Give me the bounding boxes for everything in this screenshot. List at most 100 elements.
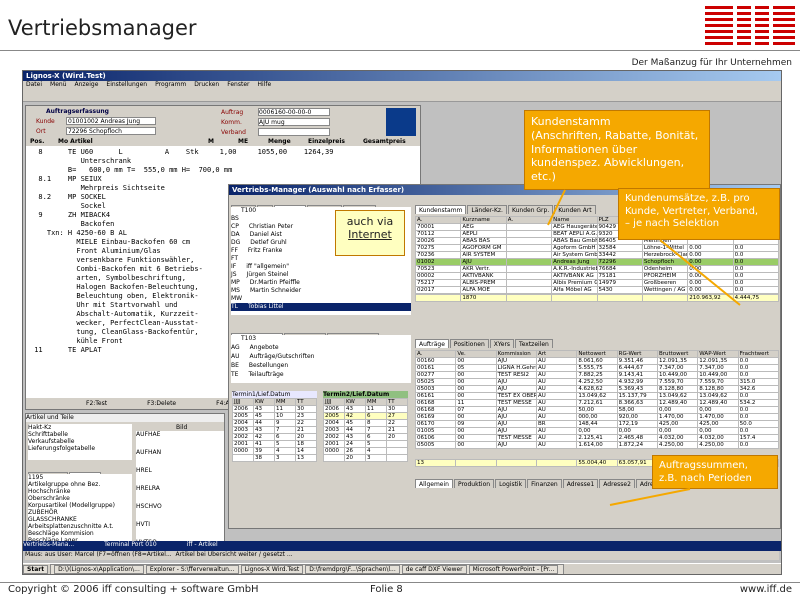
column-header[interactable]: Name xyxy=(551,216,598,224)
column-header[interactable]: JJJJ xyxy=(323,398,345,406)
auftrag-tab[interactable]: Aufträge xyxy=(415,339,449,348)
kunden-tab[interactable]: Kundenstamm xyxy=(415,205,467,214)
customer-field[interactable]: 01001002 Andreas Jung xyxy=(66,117,156,125)
menu-item[interactable]: Drucken xyxy=(194,81,219,88)
termin-row[interactable]: 2006 43 11 30 xyxy=(323,405,408,413)
order-row[interactable]: 0016105LIGNA H.GehringAU5.555,756.444,67… xyxy=(414,364,780,372)
termin-row[interactable]: 2002 43 6 20 xyxy=(323,433,408,441)
taskbar-item[interactable]: D:\)(Lignos-x\Application\... xyxy=(54,565,144,574)
order-row[interactable]: 00160 00 AJU AU 8.061,60 9.351,46 12.091,35 12.… xyxy=(414,357,780,365)
article-code[interactable]: AUFHAN xyxy=(136,449,224,467)
tree-node[interactable]: Beschläge Kommision xyxy=(28,530,132,537)
detail-tab[interactable]: Finanzen xyxy=(527,479,562,488)
order-type-row[interactable]: TE Teilaufträge xyxy=(231,371,411,380)
order-row[interactable]: 01005 00 AJU AU 0,00 0,00 0,00 0,00 0.0 xyxy=(414,427,780,435)
termin-row[interactable]: 20 3 xyxy=(323,454,408,462)
column-header[interactable]: TT xyxy=(295,398,317,406)
erfasser-row[interactable]: FT xyxy=(231,255,411,263)
column-header[interactable]: Ve. xyxy=(455,350,497,358)
erfasser-row[interactable]: MW xyxy=(231,295,411,303)
column-header[interactable]: Kurzname xyxy=(460,216,507,224)
taskbar-item[interactable]: Explorer - S:\fferverwaltun... xyxy=(145,565,239,574)
column-header[interactable]: Bruttowert xyxy=(656,350,699,358)
erfasser-row[interactable]: IF iff "allgemein" xyxy=(231,263,411,271)
termin-row[interactable]: 0000 26 4 xyxy=(323,447,408,455)
customer-row[interactable]: 02017 ALFA MOE Alfa Möbel AG 5430 Wettingen … xyxy=(414,286,780,294)
detail-tab[interactable]: Adresse1 xyxy=(562,479,599,488)
order-row[interactable]: 0616100TEST EX OBERINAU13.049,6215.137,7… xyxy=(414,392,780,400)
detail-tab[interactable]: Adresse2 xyxy=(599,479,635,488)
menu-item[interactable]: Menü xyxy=(50,81,66,88)
article-item-list[interactable]: Hakt-Kz Schrifttabelle Verkaufstabelle Lief… xyxy=(28,424,132,460)
column-header[interactable]: MM xyxy=(365,398,387,406)
city-field[interactable]: 72296 Schopfloch xyxy=(66,127,156,135)
erfasser-row[interactable]: MP Dr.Martin Pfeiffle xyxy=(231,279,411,287)
order-row[interactable]: 05003 00 AJU AU 4.628,62 5.369,43 8.128,80 8.12… xyxy=(414,385,780,393)
article-item[interactable]: Schrifttabelle xyxy=(28,431,132,438)
start-button[interactable]: Start xyxy=(23,565,49,574)
tree-node[interactable]: Arbeitsplattenzuschnitte A.t. xyxy=(28,523,132,530)
column-header[interactable]: A. xyxy=(505,216,553,224)
tree-node[interactable]: ZUBEHÖR xyxy=(28,509,132,516)
customer-row[interactable]: 70275AGOFORM GM Agoform GmbH & Ottensheye… xyxy=(414,244,780,252)
termin-row[interactable]: 2001 24 5 xyxy=(323,440,408,448)
customer-row[interactable]: 70523AKR Vertr. A.K.R.-Industriebedarf766… xyxy=(414,265,780,273)
order-type-row[interactable]: T103 xyxy=(231,335,411,344)
function-key[interactable]: F3:Delete xyxy=(147,400,176,407)
column-header[interactable]: A. xyxy=(414,350,457,358)
column-header[interactable]: Art xyxy=(535,350,578,358)
commission-field[interactable]: AJU mug xyxy=(258,118,330,126)
termin-row[interactable]: 2004 44 9 22 xyxy=(232,419,317,427)
termin-row[interactable]: 2003 43 7 21 xyxy=(232,426,317,434)
column-header[interactable]: KW xyxy=(344,398,366,406)
order-type-row[interactable]: AU Aufträge/Gutschriften xyxy=(231,353,411,362)
auftrag-tab[interactable]: Positionen xyxy=(449,339,489,348)
order-row[interactable]: 05025 00 AJU AU 4.252,50 4.932,99 7.559,70 7.55… xyxy=(414,378,780,386)
column-header[interactable]: Frachtwert xyxy=(737,350,780,358)
order-row[interactable]: 06170 09 AJU BR 148,44 172,19 425,00 425,00 50.0 xyxy=(414,420,780,428)
termin1-table[interactable]: JJJJ KW MM TT 2006 43 11 30 2005 45 10 23 2004 44 9 22 2… xyxy=(232,398,317,462)
menu-item[interactable]: Datei xyxy=(26,81,42,88)
app-button[interactable]: Terminal Port 010 xyxy=(104,541,157,548)
column-header[interactable]: TT xyxy=(386,398,408,406)
tree-node[interactable]: Korpusartikel (Modellgruppe) xyxy=(28,502,132,509)
erfasser-row[interactable]: JS Jürgen Steinel xyxy=(231,271,411,279)
tree-node[interactable]: 1195 xyxy=(28,474,132,481)
erfasser-row[interactable]: TL Tobias Littel xyxy=(231,303,411,311)
order-type-row[interactable]: AG Angebote xyxy=(231,344,411,353)
menu-item[interactable]: Hilfe xyxy=(258,81,272,88)
sum-row[interactable]: 1870 210.963,92 4.444,75 xyxy=(414,294,780,302)
column-header[interactable]: Nettowert xyxy=(576,350,618,358)
order-row[interactable]: 06168 11 TEST MESSE AU 7.212,61 8.366,63 12.48… xyxy=(414,399,780,407)
termin-row[interactable]: 2002 42 6 20 xyxy=(232,433,317,441)
erfasser-row[interactable]: MS Martin Schneider xyxy=(231,287,411,295)
app-button[interactable]: iff - Artikel xyxy=(187,541,218,548)
article-item[interactable]: Lieferungsfolgetabelle xyxy=(28,445,132,452)
termin-row[interactable]: 2006 43 11 30 xyxy=(232,405,317,413)
auftraege-table[interactable]: A. Ve. Kommission Art Nettowert RG-Wert Brutto… xyxy=(414,350,780,449)
customer-row[interactable]: 75217ALBIS-PREM Albis Premium GmbH14979Gr… xyxy=(414,279,780,287)
article-image-list[interactable]: Bild AUFHAEAUFHANHRELHRELRAHSCHVOHVTIHVT… xyxy=(136,424,224,552)
termin-row[interactable]: 2005 45 10 23 xyxy=(232,412,317,420)
customer-row[interactable]: 00002 AKTIVBANK AKTIVBANK AG 75181 PFORZHEIM… xyxy=(414,272,780,280)
kunden-tab[interactable]: Kunden Art xyxy=(554,205,596,214)
detail-tab[interactable]: Allgemein xyxy=(415,479,453,488)
article-code[interactable]: HSCHVO xyxy=(136,503,224,521)
article-item[interactable]: Verkaufstabelle xyxy=(28,438,132,445)
auftrag-tab[interactable]: Textzeilen xyxy=(515,339,553,348)
verband-field[interactable] xyxy=(258,128,330,136)
order-type-row[interactable]: BE Bestellungen xyxy=(231,362,411,371)
menu-item[interactable]: Programm xyxy=(155,81,186,88)
termin-row[interactable]: 2001 41 5 18 xyxy=(232,440,317,448)
customer-row[interactable]: 70236AIR SYSTEM Air System GmbH33442Herze… xyxy=(414,251,780,259)
kunden-tab[interactable]: Länder-Kz. xyxy=(467,205,507,214)
column-header[interactable]: A. xyxy=(414,216,462,224)
column-header[interactable]: Kommission xyxy=(495,350,537,358)
column-header[interactable]: JJJJ xyxy=(232,398,254,406)
detail-tab[interactable]: Logistik xyxy=(495,479,527,488)
article-code[interactable]: HVTI xyxy=(136,521,224,539)
menu-item[interactable]: Anzeige xyxy=(75,81,99,88)
taskbar-item[interactable]: D:\fremdprg\F...\Sprachen\l... xyxy=(305,565,400,574)
order-row[interactable]: 06169 00 AJU AU 000,00 920,00 1.470,00 1.470,00… xyxy=(414,413,780,421)
tree-node[interactable]: Oberschränke xyxy=(28,495,132,502)
